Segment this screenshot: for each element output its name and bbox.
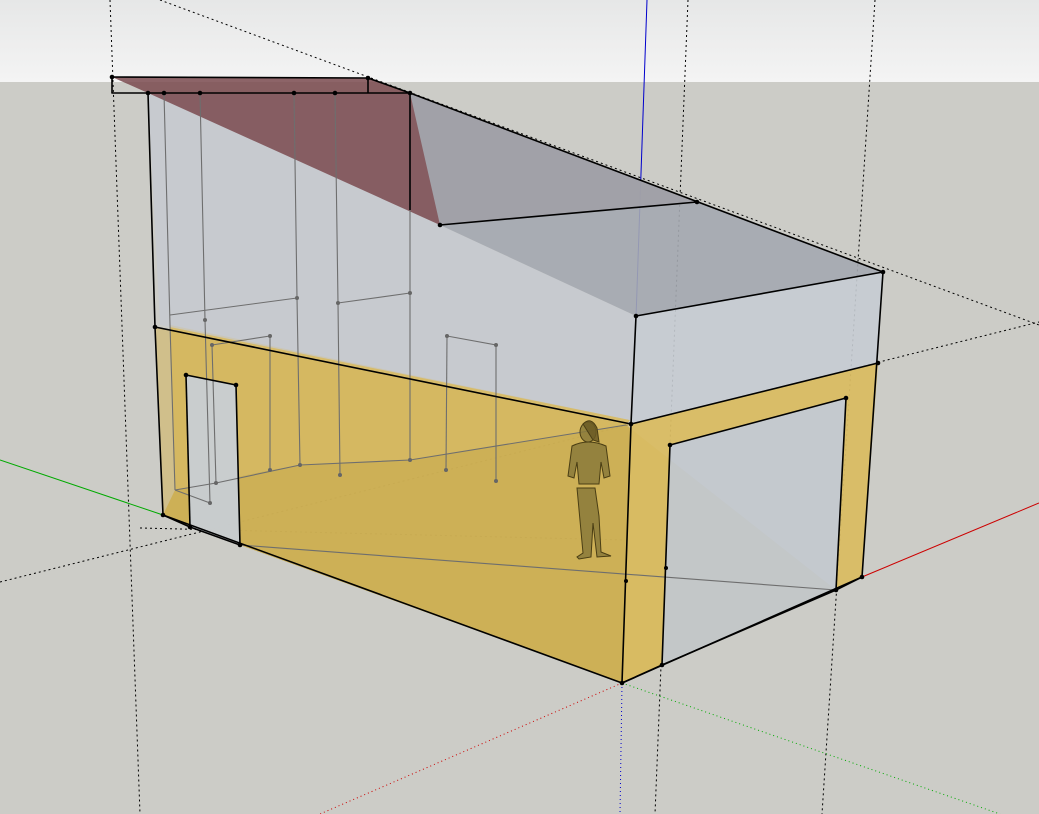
sky — [0, 0, 1039, 82]
door-opening[interactable] — [186, 375, 240, 545]
model-canvas[interactable] — [0, 0, 1039, 814]
sketchup-viewport[interactable] — [0, 0, 1039, 814]
